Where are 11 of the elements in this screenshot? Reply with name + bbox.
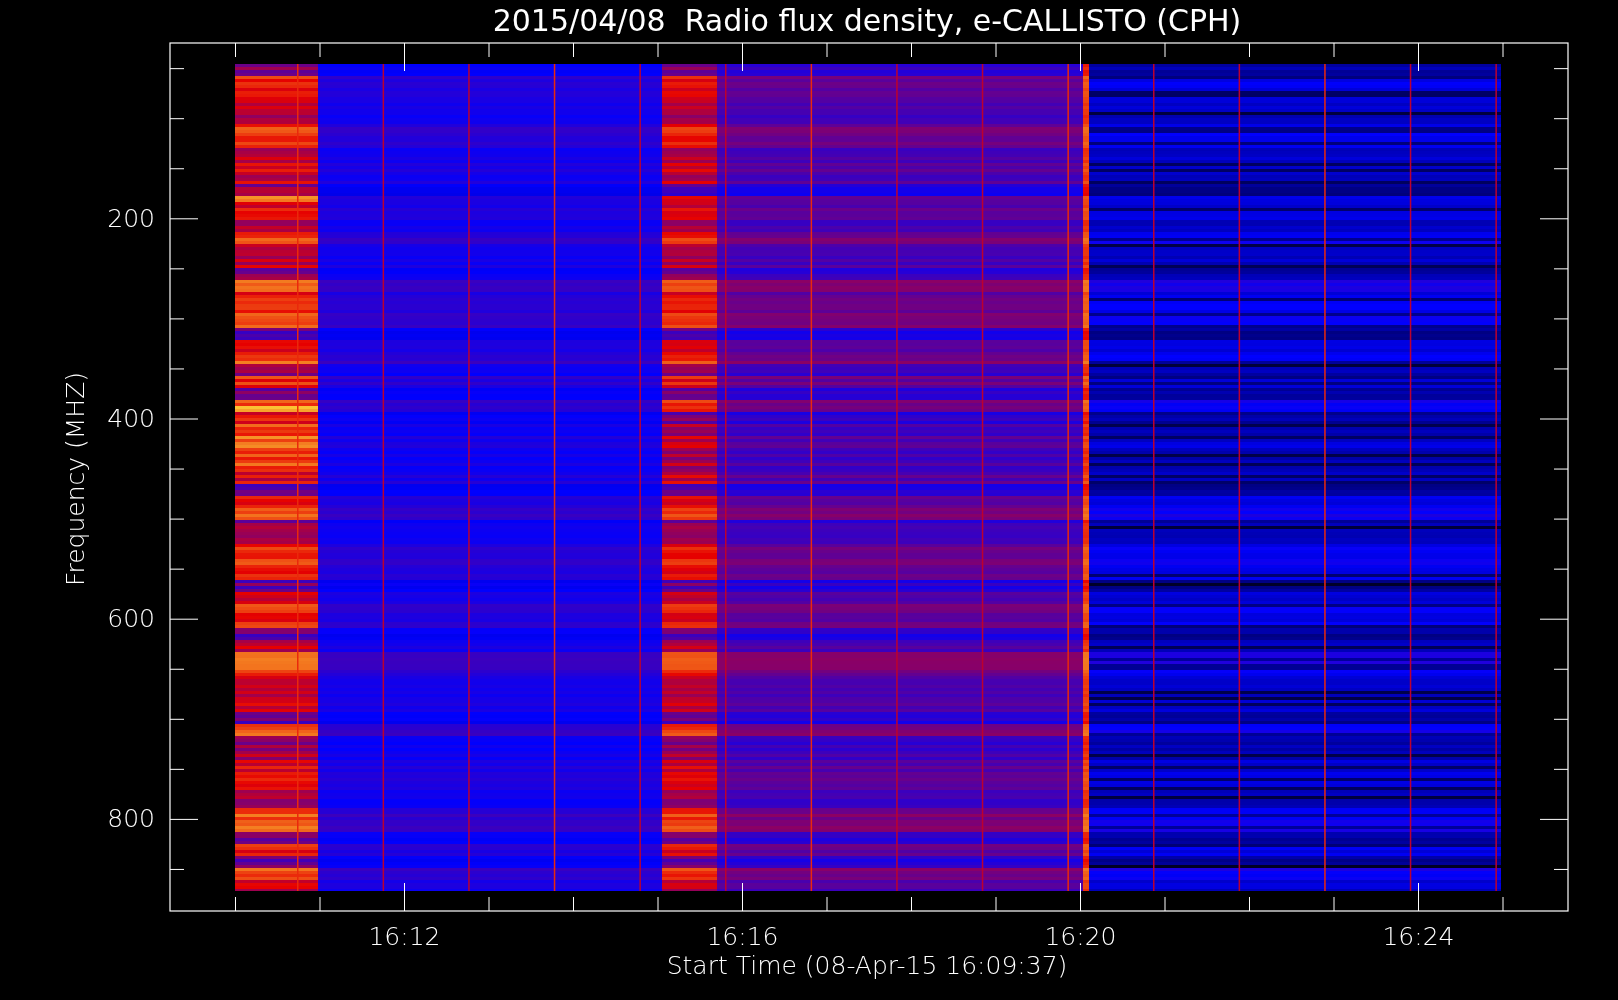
x-tick-label: 16:16 [706,922,779,951]
y-tick-label: 400 [107,404,155,433]
x-tick-label: 16:20 [1044,922,1117,951]
y-tick-label: 800 [107,804,155,834]
y-axis-label: Frequency (MHZ) [61,371,90,587]
x-tick-label: 16:24 [1382,922,1455,951]
x-axis-label: Start Time (08-Apr-15 16:09:37) [666,951,1068,980]
y-tick-label: 600 [107,604,155,634]
chart-title: 2015/04/08 Radio flux density, e-CALLISTO (CPH) [492,3,1242,38]
y-tick-label: 200 [107,203,155,233]
x-tick-label: 16:12 [368,922,441,951]
